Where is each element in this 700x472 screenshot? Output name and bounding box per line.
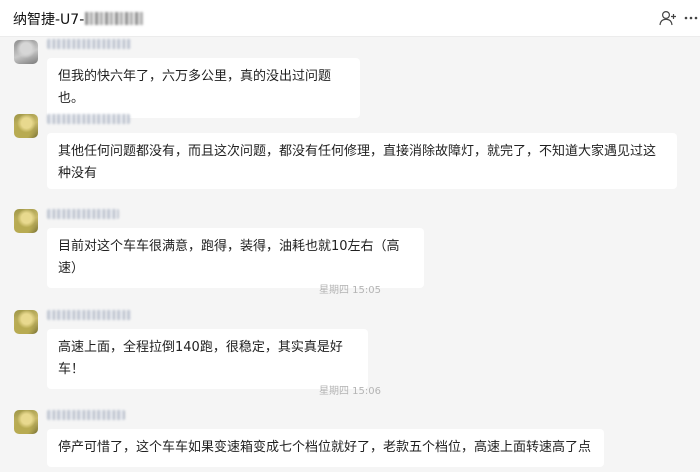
chat-title: 纳智捷-U7- <box>13 9 144 29</box>
message-text: 目前对这个车车很满意，跑得，装得，油耗也就10左右（高速） <box>58 239 400 276</box>
avatar[interactable] <box>14 310 38 334</box>
message-text: 但我的快六年了，六万多公里，真的没出过问题也。 <box>58 69 332 106</box>
avatar[interactable] <box>14 209 38 233</box>
avatar[interactable] <box>14 410 38 434</box>
message-bubble[interactable]: 停产可惜了，这个车车如果变速箱变成七个档位就好了，老款五个档位，高速上面转速高了… <box>47 429 604 467</box>
timestamp: 星期四 15:06 <box>319 386 381 397</box>
message-bubble[interactable]: 目前对这个车车很满意，跑得，装得，油耗也就10左右（高速） <box>47 228 424 288</box>
message-bubble[interactable]: 其他任何问题都没有，而且这次问题，都没有任何修理，直接消除故障灯，就完了，不知道… <box>47 133 677 189</box>
message-text: 高速上面，全程拉倒140跑，很稳定，其实真是好车！ <box>58 340 343 377</box>
avatar[interactable] <box>14 40 38 64</box>
chat-header: 纳智捷-U7- <box>0 0 700 37</box>
sender-name <box>47 410 125 420</box>
person-add-icon[interactable] <box>659 10 677 26</box>
timestamp: 星期四 15:05 <box>319 285 381 296</box>
chat-area[interactable]: 但我的快六年了，六万多公里，真的没出过问题也。 其他任何问题都没有，而且这次问题… <box>0 37 700 472</box>
message-bubble[interactable]: 高速上面，全程拉倒140跑，很稳定，其实真是好车！ <box>47 329 368 389</box>
sender-name <box>47 310 131 320</box>
sender-name <box>47 209 119 219</box>
redacted-title-suffix <box>85 12 144 25</box>
chat-title-text: 纳智捷-U7- <box>13 12 85 28</box>
message-text: 停产可惜了，这个车车如果变速箱变成七个档位就好了，老款五个档位，高速上面转速高了… <box>58 440 592 455</box>
avatar[interactable] <box>14 114 38 138</box>
more-icon[interactable] <box>684 10 698 26</box>
sender-name <box>47 39 131 49</box>
message-text: 其他任何问题都没有，而且这次问题，都没有任何修理，直接消除故障灯，就完了，不知道… <box>58 144 657 181</box>
sender-name <box>47 114 130 124</box>
message-bubble[interactable]: 但我的快六年了，六万多公里，真的没出过问题也。 <box>47 58 360 118</box>
